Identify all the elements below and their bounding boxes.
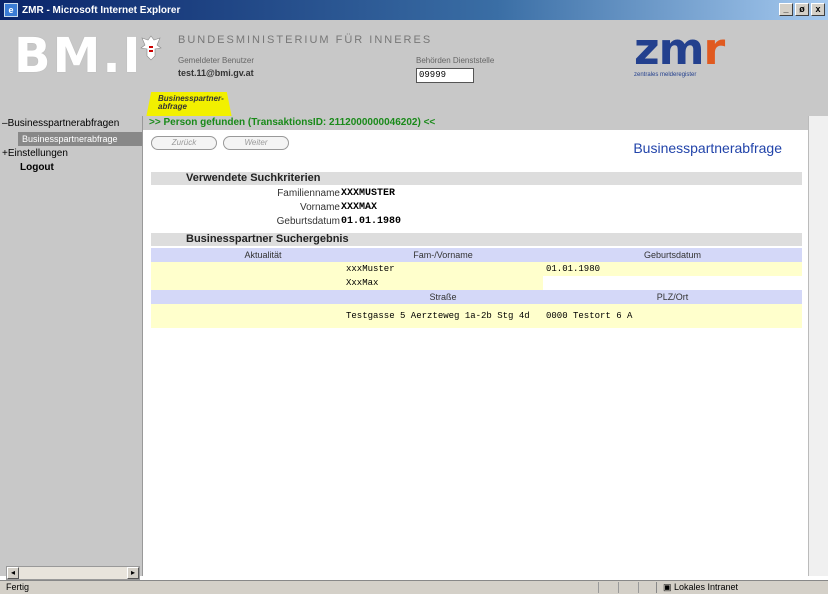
results-section-title: Businesspartner Suchergebnis xyxy=(151,233,802,246)
maximize-button[interactable]: ø xyxy=(795,3,809,16)
sidebar-item-label: Einstellungen xyxy=(7,148,68,159)
status-divider xyxy=(638,582,639,593)
cell-geburtsdatum: 01.01.1980 xyxy=(543,262,802,276)
column-header-name: Fam-/Vorname xyxy=(343,248,543,262)
column-header-strasse: Straße xyxy=(343,290,543,304)
column-header-plz-ort: PLZ/Ort xyxy=(543,290,802,304)
cell-plz-ort: 0000 Testort 6 A xyxy=(543,304,802,328)
criteria-row: Familienname XXXMUSTER xyxy=(151,188,802,200)
window-titlebar: e ZMR - Microsoft Internet Explorer _ ø … xyxy=(0,0,828,20)
table-row[interactable]: XxxMax xyxy=(151,276,802,290)
sidebar-item-label: Businesspartnerabfragen xyxy=(7,118,120,129)
status-message: >> Person gefunden (TransaktionsID: 2112… xyxy=(143,116,808,130)
column-header-geburtsdatum: Geburtsdatum xyxy=(543,248,802,262)
security-zone-label: Lokales Intranet xyxy=(674,582,739,592)
bmi-logo: BM.I xyxy=(14,28,143,84)
austrian-eagle-icon xyxy=(140,35,162,61)
ministry-name: BUNDESMINISTERIUM FÜR INNERES xyxy=(178,34,433,46)
criteria-key: Geburtsdatum xyxy=(276,216,340,227)
tab-businesspartnerabfrage[interactable]: Businesspartner-abfrage xyxy=(146,92,232,118)
minimize-button[interactable]: _ xyxy=(779,3,793,16)
zmr-logo-main: zm xyxy=(634,24,704,75)
security-zone: ▣ Lokales Intranet xyxy=(656,582,738,593)
status-text: Fertig xyxy=(6,582,30,592)
cell-strasse: Testgasse 5 Aerzteweg 1a-2b Stg 4d xyxy=(343,304,543,328)
internet-explorer-icon: e xyxy=(4,3,18,17)
criteria-row: Geburtsdatum 01.01.1980 xyxy=(151,216,802,228)
criteria-key: Familienname xyxy=(277,188,340,199)
criteria-value: 01.01.1980 xyxy=(341,216,402,227)
main-content: >> Person gefunden (TransaktionsID: 2112… xyxy=(143,116,808,576)
status-divider xyxy=(618,582,619,593)
app-header: BM.I BUNDESMINISTERIUM FÜR INNERES Gemel… xyxy=(0,20,828,118)
sidebar-item-einstellungen[interactable]: +Einstellungen xyxy=(2,148,68,159)
criteria-value: XXXMAX xyxy=(341,202,378,213)
dept-field[interactable]: 09999 xyxy=(416,68,474,83)
table-header-row: Aktualität Fam-/Vorname Geburtsdatum xyxy=(151,248,802,262)
results-table: Aktualität Fam-/Vorname Geburtsdatum xxx… xyxy=(151,248,802,328)
sidebar: –Businesspartnerabfragen Businesspartner… xyxy=(0,116,143,580)
status-divider xyxy=(598,582,599,593)
criteria-key: Vorname xyxy=(299,202,340,213)
user-value: test.11@bmi.gv.at xyxy=(178,68,254,78)
scroll-right-icon[interactable]: ▸ xyxy=(127,567,139,579)
criteria-value: XXXMUSTER xyxy=(341,188,396,199)
criteria-row: Vorname XXXMAX xyxy=(151,202,802,214)
page-title: Businesspartnerabfrage xyxy=(633,140,782,156)
next-button[interactable]: Weiter xyxy=(223,136,289,150)
vertical-scrollbar[interactable] xyxy=(808,116,828,576)
criteria-section-title: Verwendete Suchkriterien xyxy=(151,172,802,185)
cell-vorname: XxxMax xyxy=(343,276,543,290)
window-title: ZMR - Microsoft Internet Explorer xyxy=(22,4,181,16)
cell-familienname: xxxMuster xyxy=(343,262,543,276)
zmr-logo-end: r xyxy=(703,24,725,75)
table-row[interactable]: Testgasse 5 Aerzteweg 1a-2b Stg 4d 0000 … xyxy=(151,304,802,328)
table-header-row: Straße PLZ/Ort xyxy=(151,290,802,304)
table-row[interactable]: xxxMuster 01.01.1980 xyxy=(151,262,802,276)
window-controls: _ ø x xyxy=(779,3,825,16)
back-button[interactable]: Zurück xyxy=(151,136,217,150)
status-bar: Fertig ▣ Lokales Intranet xyxy=(0,580,828,594)
sidebar-horizontal-scrollbar[interactable]: ◂ ▸ xyxy=(6,566,140,580)
sidebar-item-logout[interactable]: Logout xyxy=(20,162,54,173)
dept-label: Behörden Dienststelle xyxy=(416,56,495,65)
user-label: Gemeldeter Benutzer xyxy=(178,56,255,65)
scroll-left-icon[interactable]: ◂ xyxy=(7,567,19,579)
sidebar-item-businesspartnerabfrage[interactable]: Businesspartnerabfrage xyxy=(18,132,142,146)
sidebar-item-businesspartnerabfragen[interactable]: –Businesspartnerabfragen xyxy=(2,118,119,129)
intranet-icon: ▣ xyxy=(663,582,675,592)
zmr-subtitle: zentrales melderegister xyxy=(634,72,697,78)
close-button[interactable]: x xyxy=(811,3,825,16)
zmr-logo: zmr xyxy=(634,24,725,75)
column-header-aktualitaet: Aktualität xyxy=(183,248,343,262)
